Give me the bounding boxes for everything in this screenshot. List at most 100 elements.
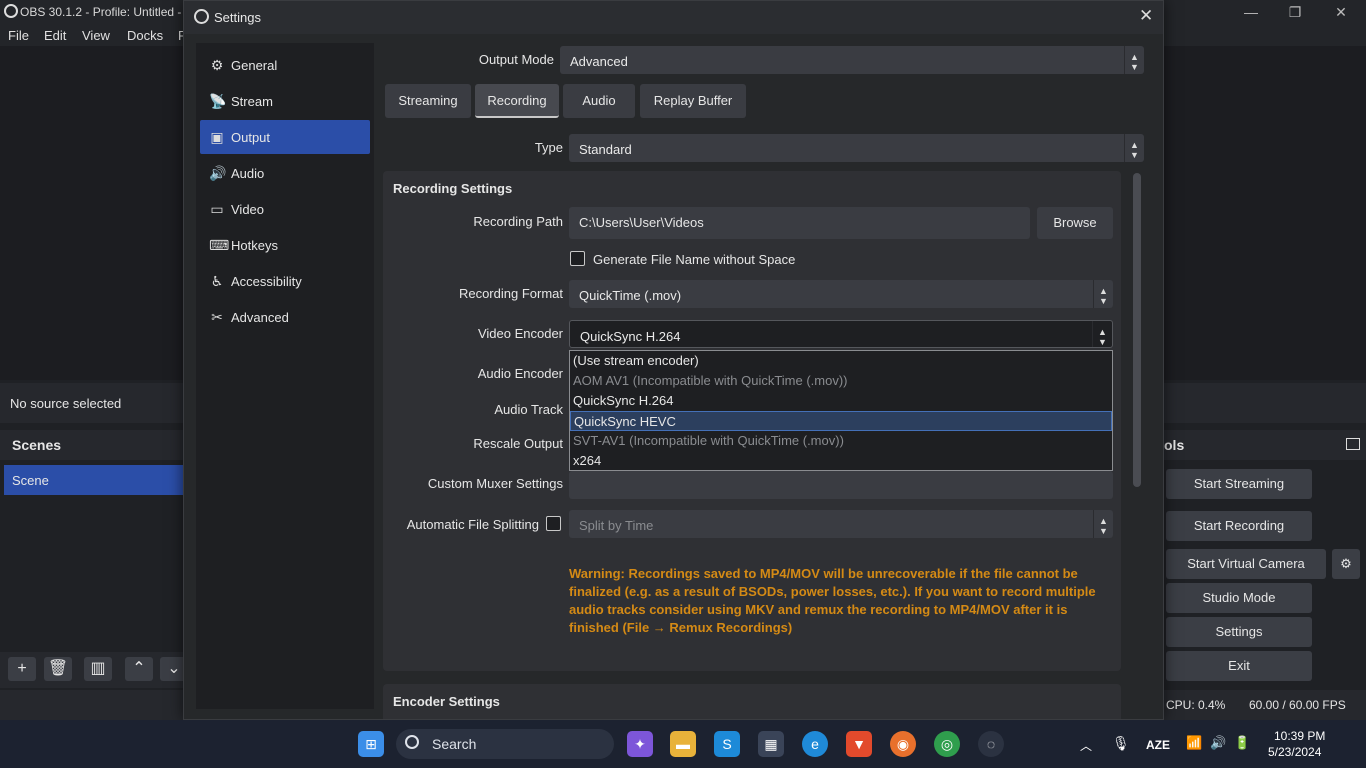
sidebar-item-audio[interactable]: 🔊 Audio [200, 156, 370, 190]
edge-icon[interactable]: e [802, 731, 828, 757]
output-mode-select[interactable]: Advanced ▲ ▼ [560, 46, 1144, 74]
sidebar-item-hotkeys[interactable]: ⌨ Hotkeys [200, 228, 370, 262]
sidebar-item-output[interactable]: ▣ Output [200, 120, 370, 154]
chevron-updown-icon: ▲ ▼ [1124, 134, 1144, 162]
sidebar-item-label: Audio [231, 166, 265, 181]
tab-recording[interactable]: Recording [475, 84, 559, 118]
chrome-icon[interactable]: ◎ [934, 731, 960, 757]
maximize-icon[interactable]: ❐ [1272, 2, 1318, 24]
menu-file[interactable]: File [8, 28, 29, 43]
accessibility-icon: ♿ [210, 273, 224, 289]
add-scene-button[interactable]: + [8, 657, 36, 681]
brave-icon[interactable]: ▼ [846, 731, 872, 757]
scene-item[interactable]: Scene [4, 465, 183, 495]
dock-icon[interactable] [1346, 438, 1360, 450]
encoder-settings-title: Encoder Settings [393, 694, 500, 709]
studio-mode-button[interactable]: Studio Mode [1166, 583, 1312, 613]
chevron-updown-icon: ▲ ▼ [1093, 510, 1113, 538]
volume-icon[interactable]: 🔊 [1210, 735, 1226, 751]
sidebar-item-general[interactable]: ⚙ General [200, 48, 370, 82]
output-mode-label: Output Mode [478, 52, 554, 67]
custom-muxer-label: Custom Muxer Settings [427, 476, 563, 491]
obs-taskbar-icon[interactable]: ◌ [978, 731, 1004, 757]
controls-header [1164, 430, 1366, 460]
custom-muxer-input[interactable] [569, 471, 1113, 499]
speaker-icon: 🔊 [209, 165, 227, 181]
close-icon[interactable]: ✕ [1318, 2, 1364, 24]
sidebar-item-advanced[interactable]: ✂ Advanced [200, 300, 370, 334]
encoder-option-quicksync-hevc[interactable]: QuickSync HEVC [570, 411, 1112, 431]
keyboard-icon: ⌨ [209, 237, 230, 253]
windows-start-icon[interactable]: ⊞ [358, 731, 384, 757]
sidebar-item-label: Video [231, 202, 265, 217]
close-icon[interactable]: ✕ [1139, 6, 1153, 26]
virtual-camera-settings-button[interactable]: ⚙ [1332, 549, 1360, 579]
output-mode-value: Advanced [570, 54, 628, 69]
sidebar-item-video[interactable]: ▭ Video [200, 192, 370, 226]
sidebar-item-label: Output [231, 130, 271, 145]
firefox-icon[interactable]: ◉ [890, 731, 916, 757]
gear-icon: ⚙ [1340, 556, 1352, 571]
file-explorer-icon[interactable]: ▬ [670, 731, 696, 757]
controls-title: ols [1164, 437, 1185, 453]
video-encoder-select[interactable]: QuickSync H.264 ▲ ▼ [569, 320, 1113, 348]
settings-dialog: Settings ✕ ⚙ General 📡 Stream ▣ Output 🔊 Aud… [183, 0, 1164, 720]
no-source-label: No source selected [10, 396, 122, 411]
skype-icon[interactable]: S [714, 731, 740, 757]
output-icon: ▣ [210, 129, 224, 145]
generate-filename-checkbox[interactable] [570, 251, 585, 266]
gear-icon: ⚙ [210, 57, 224, 73]
start-recording-button[interactable]: Start Recording [1166, 511, 1312, 541]
tab-audio[interactable]: Audio [563, 84, 635, 118]
recording-path-input[interactable]: C:\Users\User\Videos [569, 207, 1030, 239]
encoder-option-quicksync-h264[interactable]: QuickSync H.264 [570, 391, 1112, 411]
chevron-updown-icon: ▲ ▼ [1092, 321, 1112, 347]
generate-filename-label: Generate File Name without Space [593, 252, 796, 267]
store-icon[interactable]: ▦ [758, 731, 784, 757]
exit-button[interactable]: Exit [1166, 651, 1312, 681]
recording-format-select[interactable]: QuickTime (.mov) ▲ ▼ [569, 280, 1113, 308]
microphone-icon[interactable]: 🎙 [1112, 735, 1130, 752]
menu-view[interactable]: View [82, 28, 110, 43]
recording-path-label: Recording Path [473, 214, 563, 229]
rescale-output-label: Rescale Output [473, 436, 563, 451]
tab-streaming[interactable]: Streaming [385, 84, 471, 118]
search-icon [405, 735, 419, 749]
start-virtual-camera-button[interactable]: Start Virtual Camera [1166, 549, 1326, 579]
preview-area-right [1164, 46, 1366, 380]
sidebar-item-label: Accessibility [231, 274, 302, 289]
video-encoder-value: QuickSync H.264 [580, 329, 681, 344]
move-up-button[interactable]: ⌃ [125, 657, 153, 681]
sidebar-item-label: Stream [231, 94, 273, 109]
browse-button[interactable]: Browse [1037, 207, 1113, 239]
minimize-icon[interactable]: — [1228, 2, 1274, 24]
tab-replay-buffer[interactable]: Replay Buffer [640, 84, 746, 118]
sidebar-item-label: Advanced [231, 310, 289, 325]
sidebar-item-accessibility[interactable]: ♿ Accessibility [200, 264, 370, 298]
menu-edit[interactable]: Edit [44, 28, 66, 43]
language-indicator[interactable]: AZE [1146, 738, 1170, 752]
menu-docks[interactable]: Docks [127, 28, 163, 43]
chevron-up-icon[interactable]: ︿ [1080, 737, 1092, 754]
scene-filter-button[interactable]: ▥ [84, 657, 112, 681]
start-streaming-button[interactable]: Start Streaming [1166, 469, 1312, 499]
wifi-icon[interactable]: 📶 [1186, 735, 1202, 751]
settings-title: Settings [214, 10, 261, 25]
auto-split-label: Automatic File Splitting [406, 517, 539, 532]
battery-icon[interactable]: 🔋 [1234, 735, 1250, 751]
obs-logo-icon [4, 4, 18, 18]
type-select[interactable]: Standard ▲ ▼ [569, 134, 1144, 162]
taskbar-search[interactable] [396, 729, 614, 759]
sidebar-item-stream[interactable]: 📡 Stream [200, 84, 370, 118]
clock-time[interactable]: 10:39 PM [1274, 729, 1325, 743]
scrollbar-thumb[interactable] [1133, 173, 1141, 487]
copilot-icon[interactable]: ✦ [627, 731, 653, 757]
settings-button[interactable]: Settings [1166, 617, 1312, 647]
search-label: Search [432, 736, 477, 752]
encoder-option-x264[interactable]: x264 [570, 451, 1112, 471]
auto-split-checkbox[interactable] [546, 516, 561, 531]
remove-scene-button[interactable]: 🗑 [44, 657, 72, 681]
split-mode-select[interactable]: Split by Time ▲ ▼ [569, 510, 1113, 538]
clock-date[interactable]: 5/23/2024 [1268, 745, 1321, 759]
encoder-option-stream[interactable]: (Use stream encoder) [570, 351, 1112, 371]
